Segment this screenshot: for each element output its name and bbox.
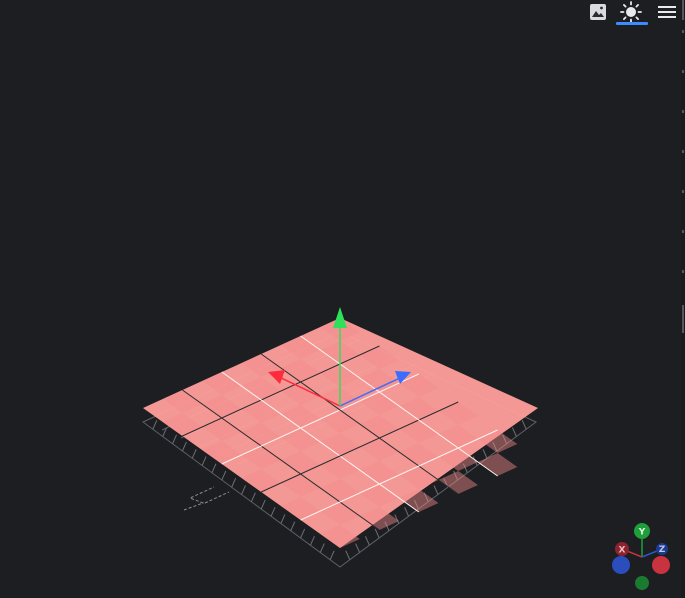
bed-tick bbox=[345, 550, 351, 560]
bed-tick bbox=[270, 507, 276, 517]
bed-tick bbox=[374, 528, 380, 539]
orientation-gizmo[interactable]: Y X Z bbox=[608, 520, 680, 594]
lighting-button[interactable] bbox=[618, 0, 644, 24]
bed-tick bbox=[482, 449, 488, 459]
scrollbar-thumb[interactable] bbox=[682, 305, 684, 333]
3d-viewport[interactable] bbox=[0, 0, 685, 598]
active-tab-indicator bbox=[616, 22, 648, 25]
bed-tick bbox=[201, 456, 207, 466]
bed-tick bbox=[364, 536, 370, 546]
bed-tick bbox=[172, 434, 178, 444]
plate-cell bbox=[477, 453, 518, 476]
gizmo-neg-x[interactable] bbox=[612, 556, 630, 574]
bed-tick bbox=[241, 485, 246, 495]
bed-tick bbox=[433, 485, 439, 495]
bed-tick bbox=[319, 543, 325, 553]
image-icon bbox=[590, 4, 606, 20]
y-axis-arrow[interactable] bbox=[333, 307, 347, 328]
bed-tick bbox=[221, 470, 227, 481]
bed-tick bbox=[280, 514, 286, 524]
corner-z-mark bbox=[183, 486, 230, 511]
gizmo-z-label: Z bbox=[659, 545, 666, 555]
menu-button[interactable] bbox=[654, 0, 680, 24]
gizmo-neg-y[interactable] bbox=[635, 576, 649, 590]
bed-tick bbox=[152, 420, 158, 430]
bed-tick bbox=[231, 478, 237, 488]
bed-tick bbox=[250, 492, 256, 502]
bed-tick bbox=[191, 449, 197, 459]
bed-tick bbox=[511, 427, 517, 437]
bed-tick bbox=[404, 507, 410, 517]
bed-tick bbox=[309, 536, 315, 546]
gizmo-x-label: X bbox=[619, 546, 626, 556]
gizmo-y-label: Y bbox=[638, 528, 646, 538]
bed-tick bbox=[290, 521, 296, 531]
scrollbar[interactable] bbox=[681, 0, 685, 598]
plate-cell bbox=[438, 471, 478, 494]
bed-tick bbox=[260, 499, 266, 510]
bed-tick bbox=[521, 420, 527, 430]
bed-tick bbox=[211, 463, 217, 473]
bed-tick bbox=[355, 543, 361, 553]
bed-tick bbox=[300, 528, 306, 539]
hamburger-menu-icon bbox=[658, 6, 676, 18]
bed-tick bbox=[181, 441, 187, 452]
bed-tick bbox=[329, 550, 335, 560]
image-button[interactable] bbox=[585, 0, 611, 24]
gizmo-neg-z[interactable] bbox=[652, 556, 670, 574]
sun-icon bbox=[620, 1, 642, 23]
